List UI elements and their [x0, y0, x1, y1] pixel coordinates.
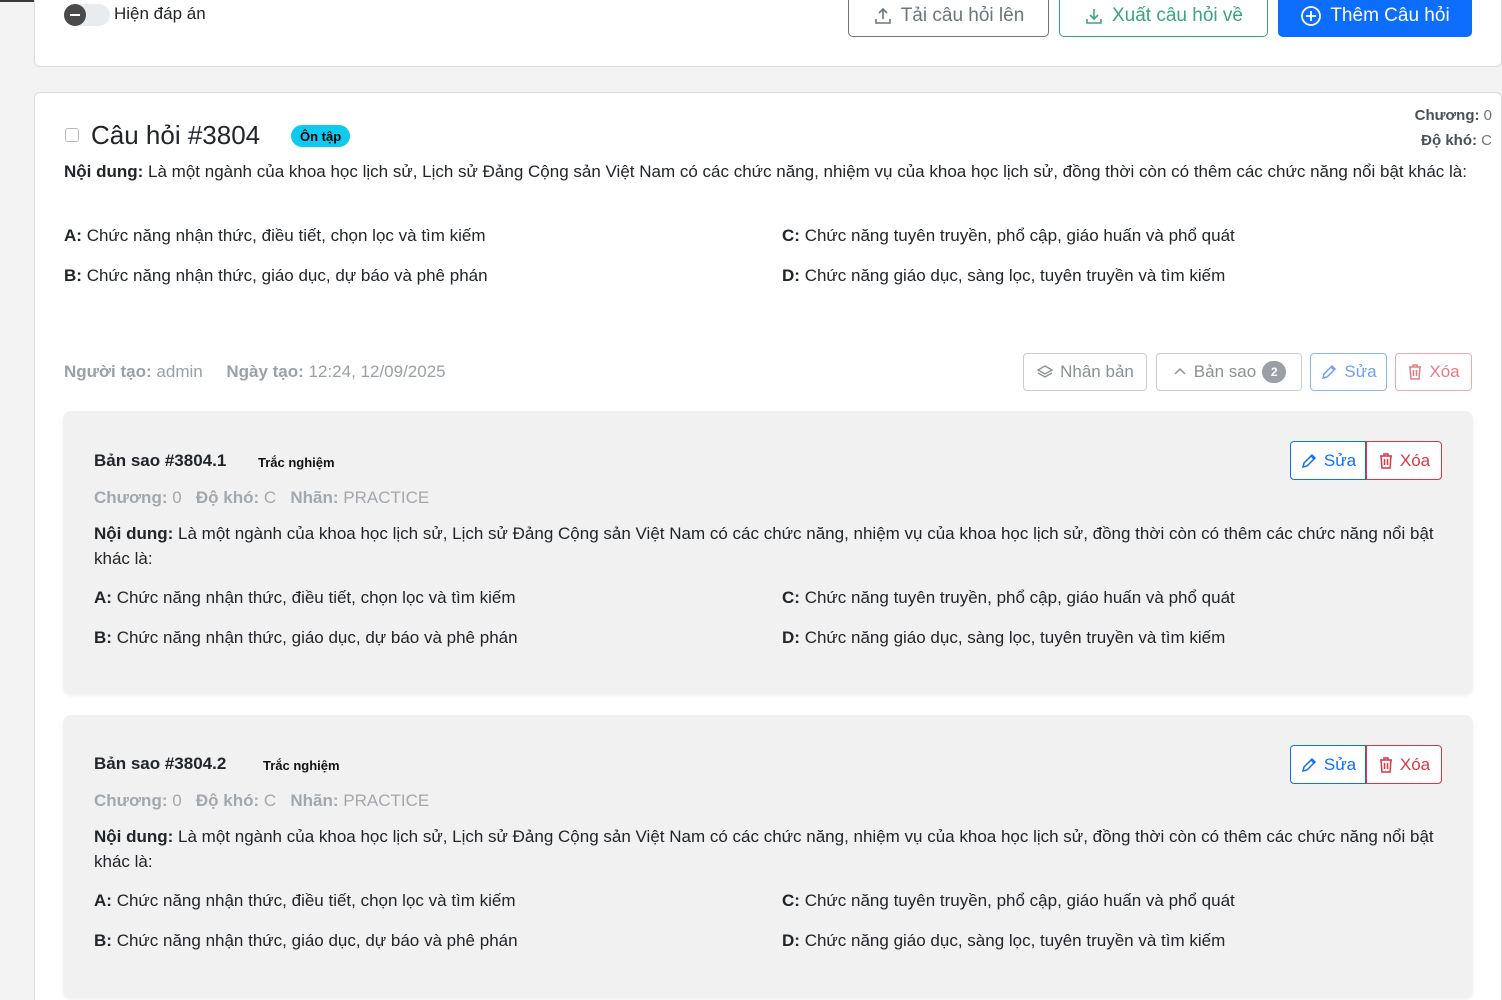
upload-questions-button[interactable]: Tải câu hỏi lên: [848, 0, 1049, 37]
chapter-meta: Chương: 0: [1414, 107, 1492, 124]
copy-meta: Chương: 0 Độ khó: C Nhãn: PRACTICE: [94, 488, 430, 507]
trash-icon: [1378, 756, 1394, 774]
copy-option-b: B: Chức năng nhận thức, giáo dục, dự báo…: [94, 628, 518, 647]
delete-copy-button[interactable]: Xóa: [1366, 745, 1442, 784]
toggle-knob-icon: [64, 4, 86, 26]
copy-option-a: A: Chức năng nhận thức, điều tiết, chọn …: [94, 891, 516, 910]
delete-label: Xóa: [1429, 362, 1460, 381]
copy-type: Trắc nghiệm: [258, 455, 335, 470]
export-questions-button[interactable]: Xuất câu hỏi về: [1059, 0, 1268, 37]
copy-type: Trắc nghiệm: [263, 758, 340, 773]
layers-icon: [1036, 363, 1054, 381]
copies-label: Bản sao: [1193, 362, 1257, 381]
duplicate-label: Nhân bản: [1060, 362, 1134, 381]
difficulty-meta: Độ khó: C: [1421, 132, 1492, 149]
edit-question-button[interactable]: Sửa: [1310, 353, 1387, 391]
plus-circle-icon: [1300, 5, 1322, 27]
add-question-button[interactable]: Thêm Câu hỏi: [1278, 0, 1472, 37]
trash-icon: [1378, 452, 1394, 470]
question-select-checkbox[interactable]: [65, 128, 79, 142]
export-questions-label: Xuất câu hỏi về: [1112, 4, 1243, 26]
chevron-up-icon: [1172, 364, 1188, 380]
copy-content: Nội dung: Là một ngành của khoa học lịch…: [94, 524, 1434, 568]
edit-copy-label: Sửa: [1323, 450, 1357, 470]
delete-copy-label: Xóa: [1399, 754, 1431, 774]
copies-count-badge: 2: [1262, 361, 1287, 383]
copy-content: Nội dung: Là một ngành của khoa học lịch…: [94, 827, 1434, 871]
edit-copy-button[interactable]: Sửa: [1290, 745, 1366, 784]
pencil-icon: [1300, 756, 1318, 774]
edit-copy-button[interactable]: Sửa: [1290, 441, 1366, 480]
review-badge: Ôn tập: [291, 125, 351, 147]
delete-copy-button[interactable]: Xóa: [1366, 441, 1442, 480]
add-question-label: Thêm Câu hỏi: [1330, 4, 1450, 26]
copy-option-a: A: Chức năng nhận thức, điều tiết, chọn …: [94, 588, 516, 607]
show-answer-label: Hiện đáp án: [114, 4, 206, 23]
pencil-icon: [1300, 452, 1318, 470]
creator-info: Người tạo: admin Ngày tạo: 12:24, 12/09/…: [64, 362, 446, 381]
option-b: B: Chức năng nhận thức, giáo dục, dự báo…: [64, 266, 488, 285]
copy-option-c: C: Chức năng tuyên truyền, phổ cập, giáo…: [782, 891, 1235, 910]
question-content: Nội dung: Là một ngành của khoa học lịch…: [64, 162, 1467, 181]
question-title: Câu hỏi #3804: [91, 120, 261, 150]
show-answer-toggle[interactable]: [64, 4, 110, 26]
option-c: C: Chức năng tuyên truyền, phổ cập, giáo…: [782, 226, 1235, 245]
trash-icon: [1407, 363, 1423, 381]
copy-title: Bản sao #3804.2: [94, 754, 227, 773]
copy-meta: Chương: 0 Độ khó: C Nhãn: PRACTICE: [94, 791, 430, 810]
pencil-icon: [1320, 363, 1338, 381]
copy-option-d: D: Chức năng giáo dục, sàng lọc, tuyên t…: [782, 628, 1226, 647]
copies-toggle-button[interactable]: Bản sao 2: [1156, 353, 1302, 391]
copy-option-c: C: Chức năng tuyên truyền, phổ cập, giáo…: [782, 588, 1235, 607]
edit-copy-label: Sửa: [1323, 754, 1357, 774]
download-icon: [1084, 6, 1104, 26]
option-d: D: Chức năng giáo dục, sàng lọc, tuyên t…: [782, 266, 1226, 285]
copy-option-b: B: Chức năng nhận thức, giáo dục, dự báo…: [94, 931, 518, 950]
copy-option-d: D: Chức năng giáo dục, sàng lọc, tuyên t…: [782, 931, 1226, 950]
edit-label: Sửa: [1344, 362, 1377, 381]
delete-question-button[interactable]: Xóa: [1395, 353, 1472, 391]
upload-icon: [873, 6, 893, 26]
duplicate-button[interactable]: Nhân bản: [1023, 353, 1147, 391]
option-a: A: Chức năng nhận thức, điều tiết, chọn …: [64, 226, 486, 245]
upload-questions-label: Tải câu hỏi lên: [900, 4, 1025, 26]
delete-copy-label: Xóa: [1399, 450, 1431, 470]
copy-title: Bản sao #3804.1: [94, 451, 227, 470]
